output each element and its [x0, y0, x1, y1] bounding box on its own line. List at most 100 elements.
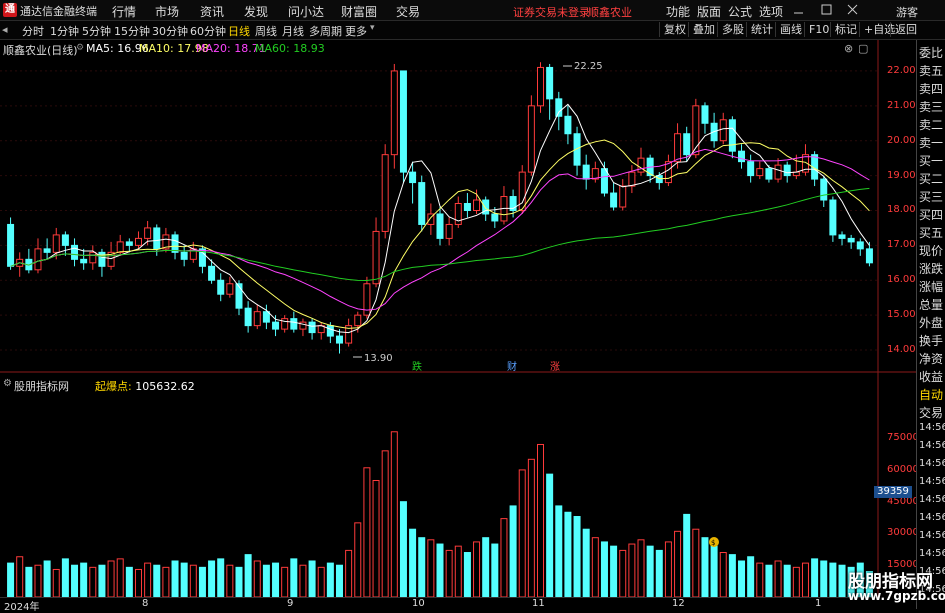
volume-bar [16, 556, 24, 598]
side-panel-item[interactable]: 委比 [919, 44, 945, 61]
candle [500, 186, 508, 225]
side-panel-item[interactable]: 净资 [919, 350, 945, 367]
btn-diejia[interactable]: 叠加 [688, 22, 719, 37]
candle [619, 179, 627, 211]
period-60min[interactable]: 60分钟 [190, 23, 226, 39]
volume-bar [335, 564, 343, 598]
period-5min[interactable]: 5分钟 [82, 23, 111, 39]
menu-hangqing[interactable]: 行情 [112, 3, 136, 20]
side-panel-item[interactable]: 14:56 [919, 440, 945, 451]
menu-gongneng[interactable]: 功能 [666, 3, 690, 20]
candle [418, 175, 426, 232]
btn-back[interactable]: 返回 [890, 22, 921, 37]
volume-bar [445, 549, 453, 598]
menu-caifuquan[interactable]: 财富圈 [341, 3, 377, 20]
btn-huaxian[interactable]: 画线 [775, 22, 806, 37]
candle [527, 95, 535, 176]
side-panel-item[interactable]: 买五 [919, 224, 945, 241]
side-panel-item[interactable]: 总量 [919, 296, 945, 313]
side-panel-item[interactable]: 卖二 [919, 116, 945, 133]
side-panel-item[interactable]: 收益 [919, 368, 945, 385]
candle [71, 238, 79, 267]
login-status[interactable]: 证券交易未登录 [513, 4, 590, 20]
side-panel-item[interactable]: 买四 [919, 206, 945, 223]
kline-chart[interactable]: 22.25 13.90 跌 财 涨 $ [0, 40, 916, 609]
menu-shichang[interactable]: 市场 [155, 3, 179, 20]
menu-wenxiaoda[interactable]: 问小达 [288, 3, 324, 20]
btn-duogu[interactable]: 多股 [717, 22, 748, 37]
volume-bar [664, 541, 672, 598]
candle [162, 227, 170, 253]
side-panel-item[interactable]: 买一 [919, 152, 945, 169]
low-annotation: 13.90 [353, 353, 393, 364]
side-panel-item[interactable]: 14:56 [919, 476, 945, 487]
volume-bar [801, 562, 809, 598]
volume-bar [463, 552, 471, 598]
side-panel-item[interactable]: 买二 [919, 170, 945, 187]
price-tick: 20.00 [887, 134, 916, 146]
period-15min[interactable]: 15分钟 [114, 23, 150, 39]
candle [217, 273, 225, 302]
marker-die[interactable]: 跌 [412, 360, 422, 373]
side-panel-item[interactable]: 14:56 [919, 530, 945, 541]
menu-xuanxiang[interactable]: 选项 [759, 3, 783, 20]
x-label-oct: 10 [412, 598, 425, 609]
side-panel-item[interactable]: 卖四 [919, 80, 945, 97]
period-multi[interactable]: 多周期 [309, 23, 342, 39]
side-panel-item[interactable]: 交易 [919, 404, 945, 421]
side-panel-item[interactable]: 现价 [919, 242, 945, 259]
period-daily[interactable]: 日线 [228, 23, 250, 39]
menu-faxian[interactable]: 发现 [244, 3, 268, 20]
volume-bar [838, 564, 846, 598]
guest-label[interactable]: 游客 [896, 4, 918, 20]
period-more[interactable]: 更多 [345, 23, 367, 39]
side-panel-item[interactable]: 14:56 [919, 422, 945, 433]
dropdown-arrow-icon[interactable]: ▾ [370, 23, 375, 33]
menu-gongshi[interactable]: 公式 [728, 3, 752, 20]
menu-zixun[interactable]: 资讯 [200, 3, 224, 20]
marker-zhang[interactable]: 涨 [550, 361, 560, 373]
side-panel-item[interactable]: 换手 [919, 332, 945, 349]
volume-bars [7, 431, 873, 598]
side-panel-item[interactable]: 卖三 [919, 98, 945, 115]
candle [317, 322, 325, 340]
candle [262, 304, 270, 330]
period-1min[interactable]: 1分钟 [50, 23, 79, 39]
side-panel-item[interactable]: 买三 [919, 188, 945, 205]
toolbar-left-arrow-icon[interactable]: ◂ [2, 23, 8, 36]
side-panel-item[interactable]: 自动 [919, 386, 945, 403]
side-panel-item[interactable]: 卖五 [919, 62, 945, 79]
period-30min[interactable]: 30分钟 [152, 23, 188, 39]
btn-biaoji[interactable]: 标记 [830, 22, 861, 37]
volume-bar [189, 564, 197, 598]
side-panel-item[interactable]: 涨跌 [919, 260, 945, 277]
side-panel-item[interactable]: 14:56 [919, 494, 945, 505]
maximize-icon[interactable] [821, 4, 832, 15]
btn-fuquan[interactable]: 复权 [659, 22, 690, 37]
candle [390, 63, 398, 169]
close-icon[interactable] [847, 4, 858, 15]
side-panel-item[interactable]: 14:56 [919, 548, 945, 559]
period-fenshi[interactable]: 分时 [22, 23, 44, 39]
side-panel-item[interactable]: 外盘 [919, 314, 945, 331]
svg-text:13.90: 13.90 [364, 353, 393, 364]
period-weekly[interactable]: 周线 [255, 23, 277, 39]
marker-cai[interactable]: 财 [507, 360, 517, 373]
volume-bar [25, 566, 33, 598]
side-panel-item[interactable]: 卖一 [919, 134, 945, 151]
volume-bar [226, 564, 234, 598]
period-toolbar: ◂ 分时 1分钟 5分钟 15分钟 30分钟 60分钟 日线 周线 月线 多周期… [0, 21, 945, 40]
indicator-gear-icon[interactable]: ⚙ [3, 378, 12, 389]
volume-bar [43, 560, 51, 598]
candle [610, 182, 618, 211]
volume-bar [500, 518, 508, 598]
menu-banmian[interactable]: 版面 [697, 3, 721, 20]
volume-bar [482, 537, 490, 598]
btn-f10[interactable]: F10 [804, 22, 833, 37]
side-panel-item[interactable]: 14:56 [919, 512, 945, 523]
menu-jiaoyi[interactable]: 交易 [396, 3, 420, 20]
btn-tongji[interactable]: 统计 [746, 22, 777, 37]
period-monthly[interactable]: 月线 [282, 23, 304, 39]
side-panel-item[interactable]: 涨幅 [919, 278, 945, 295]
side-panel-item[interactable]: 14:56 [919, 458, 945, 469]
